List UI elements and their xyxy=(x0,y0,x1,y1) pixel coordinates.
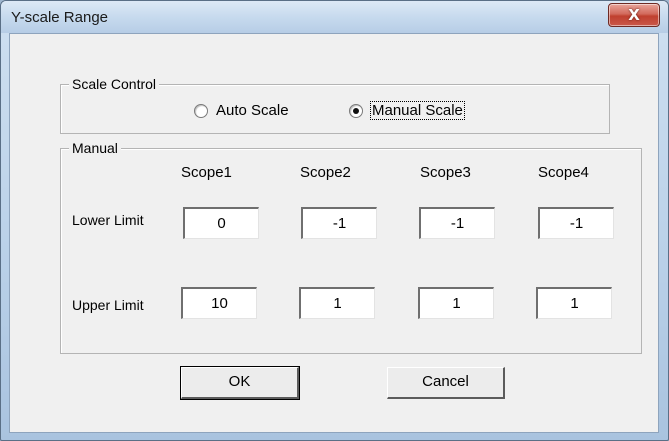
lower-limit-scope1[interactable] xyxy=(183,207,259,239)
column-header-scope4: Scope4 xyxy=(538,164,589,181)
manual-scale-label: Manual Scale xyxy=(370,101,465,120)
manual-scale-radio[interactable]: Manual Scale xyxy=(349,101,465,120)
close-icon: X xyxy=(628,6,640,24)
lower-limit-scope4[interactable] xyxy=(538,207,614,239)
cancel-button[interactable]: Cancel xyxy=(387,367,505,399)
dialog-client-area: Scale Control Auto Scale Manual Scale Ma… xyxy=(9,33,659,433)
manual-group-label: Manual xyxy=(69,140,121,156)
auto-scale-radio-button[interactable] xyxy=(194,103,208,118)
scale-control-group: Scale Control Auto Scale Manual Scale xyxy=(60,76,610,134)
window-title: Y-scale Range xyxy=(11,9,109,26)
lower-limit-scope3[interactable] xyxy=(419,207,495,239)
lower-limit-scope2[interactable] xyxy=(301,207,377,239)
manual-group: Manual Scope1 Scope2 Scope3 Scope4 Lower… xyxy=(60,140,642,354)
column-header-scope3: Scope3 xyxy=(420,164,471,181)
upper-limit-scope2[interactable] xyxy=(299,287,375,319)
lower-limit-label: Lower Limit xyxy=(72,212,144,228)
close-button[interactable]: X xyxy=(608,3,660,27)
upper-limit-scope3[interactable] xyxy=(418,287,494,319)
column-header-scope1: Scope1 xyxy=(181,164,232,181)
upper-limit-scope1[interactable] xyxy=(181,287,257,319)
manual-scale-radio-button[interactable] xyxy=(349,103,363,118)
auto-scale-radio[interactable]: Auto Scale xyxy=(194,102,289,119)
column-header-scope2: Scope2 xyxy=(300,164,351,181)
dialog-window: Y-scale Range X Scale Control Auto Scale… xyxy=(0,0,669,441)
scale-control-label: Scale Control xyxy=(69,76,160,92)
title-bar[interactable]: Y-scale Range X xyxy=(1,1,668,33)
auto-scale-label: Auto Scale xyxy=(216,102,289,119)
upper-limit-label: Upper Limit xyxy=(72,297,144,313)
ok-button[interactable]: OK xyxy=(180,366,300,400)
upper-limit-scope4[interactable] xyxy=(536,287,612,319)
